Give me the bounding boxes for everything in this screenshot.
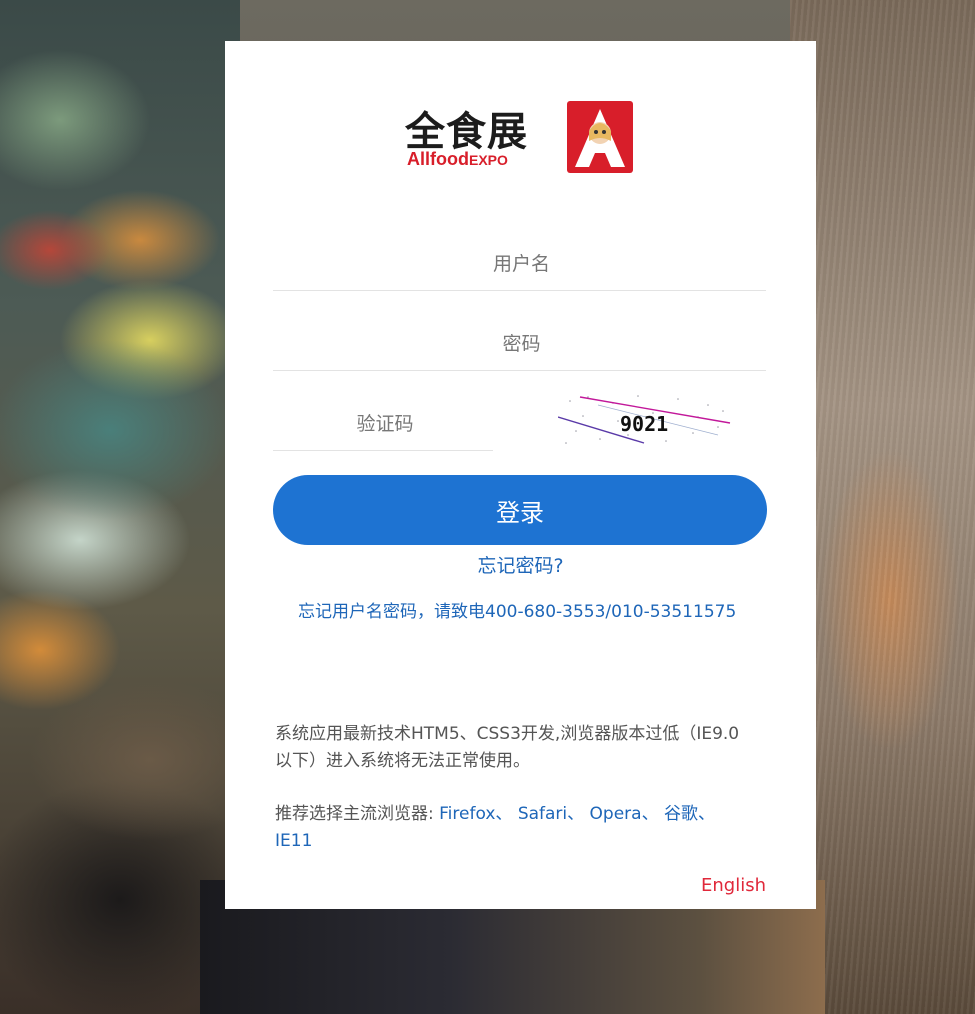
username-input[interactable] (273, 236, 770, 292)
browser-link-chrome[interactable]: 谷歌、 (664, 804, 715, 824)
login-button[interactable]: 登录 (273, 475, 767, 545)
allfood-expo-logo: 全食展 AllfoodEXPO (405, 99, 637, 179)
language-switch-english[interactable]: English (701, 875, 766, 896)
browser-link-firefox[interactable]: Firefox、 (439, 804, 512, 824)
logo-a-mark-icon (567, 101, 633, 173)
browser-requirement-note: 系统应用最新技术HTM5、CSS3开发,浏览器版本过低（IE9.0以下）进入系统… (275, 724, 740, 771)
forgot-password-link[interactable]: 忘记密码? (225, 551, 816, 578)
browser-link-ie11[interactable]: IE11 (275, 831, 312, 851)
support-phone-text: 忘记用户名密码，请致电400-680-3553/010-53511575 (298, 602, 737, 622)
captcha-image[interactable]: 9021 (558, 391, 733, 449)
browser-link-safari[interactable]: Safari、 (518, 804, 584, 824)
password-field (273, 316, 770, 372)
browser-link-opera[interactable]: Opera、 (590, 804, 659, 824)
password-input[interactable] (273, 316, 770, 372)
username-field (273, 236, 770, 292)
login-card: 全食展 AllfoodEXPO 9021 登录 (225, 41, 816, 909)
recommend-prefix: 推荐选择主流浏览器: (275, 804, 434, 824)
captcha-field (273, 396, 497, 452)
recommended-browsers: 推荐选择主流浏览器: Firefox、 Safari、 Opera、 谷歌、 I… (275, 801, 755, 855)
captcha-input[interactable] (273, 396, 497, 452)
logo-english-text: AllfoodEXPO (407, 149, 508, 169)
captcha-text: 9021 (620, 412, 668, 436)
